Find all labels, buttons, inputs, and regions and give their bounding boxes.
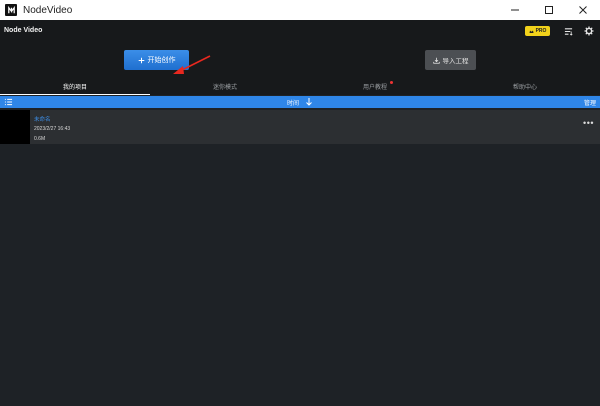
pro-label: PRO — [535, 28, 547, 34]
list-item[interactable]: 未命名 2023/2/27 16:43 0.6M ••• — [0, 110, 600, 144]
project-list: 未命名 2023/2/27 16:43 0.6M ••• — [0, 110, 600, 144]
maximize-icon — [545, 6, 553, 14]
crown-icon — [529, 30, 534, 33]
tab-label: 迷你模式 — [212, 85, 237, 91]
window-titlebar: NodeVideo — [0, 0, 600, 20]
notification-dot — [390, 81, 393, 84]
project-size: 0.6M — [34, 136, 46, 142]
pro-badge[interactable]: PRO — [525, 26, 550, 36]
arrow-down-icon[interactable] — [305, 97, 313, 106]
sort-by-time[interactable]: 时间 — [287, 98, 299, 107]
tab-mini-mode[interactable]: 迷你模式 — [150, 78, 300, 95]
tab-help-center[interactable]: 帮助中心 — [450, 78, 600, 95]
project-title: 未命名 — [34, 117, 51, 123]
tab-user-tutorial[interactable]: 用户教程 — [300, 78, 450, 95]
settings-button[interactable] — [583, 25, 595, 37]
minimize-icon — [511, 9, 519, 11]
project-thumbnail[interactable] — [0, 110, 30, 144]
tab-label: 我的项目 — [62, 85, 87, 91]
window-title: NodeVideo — [23, 4, 73, 16]
tab-label: 帮助中心 — [512, 85, 537, 91]
tab-my-projects[interactable]: 我的项目 — [0, 78, 150, 95]
sort-bar: 时间 管理 — [0, 96, 600, 108]
close-icon — [579, 6, 587, 14]
import-project-label: 导入工程 — [442, 58, 469, 65]
close-button[interactable] — [566, 0, 600, 20]
manage-button[interactable]: 管理 — [584, 98, 596, 107]
import-project-button[interactable]: 导入工程 — [425, 50, 476, 70]
project-date: 2023/2/27 16:43 — [34, 126, 71, 132]
annotation-arrow — [173, 55, 211, 74]
more-options-icon[interactable]: ••• — [583, 119, 594, 128]
maximize-button[interactable] — [532, 0, 566, 20]
list-view-icon[interactable] — [4, 98, 13, 106]
gear-icon — [584, 26, 594, 36]
app-logo-icon — [5, 4, 17, 16]
plus-icon — [138, 57, 144, 63]
download-icon — [432, 57, 440, 64]
sort-filter-button[interactable] — [562, 25, 574, 37]
tab-label: 用户教程 — [362, 85, 387, 91]
minimize-button[interactable] — [498, 0, 532, 20]
app-name: Node Video — [4, 27, 43, 34]
main-tabs: 我的项目 迷你模式 用户教程 帮助中心 — [0, 78, 600, 95]
filter-list-icon — [564, 27, 573, 36]
